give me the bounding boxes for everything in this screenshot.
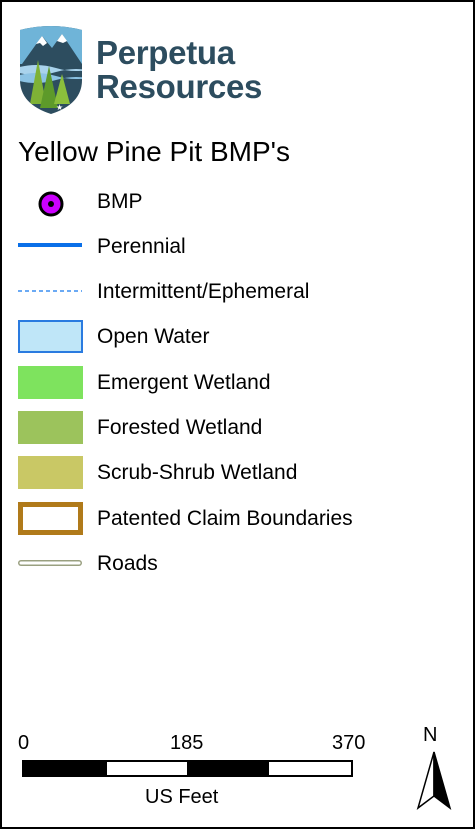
forested-wetland-swatch-icon — [18, 411, 83, 444]
perennial-line-icon — [18, 243, 82, 247]
legend-label-patented-claim: Patented Claim Boundaries — [97, 507, 353, 530]
legend-item-intermittent: Intermittent/Ephemeral — [2, 272, 472, 312]
legend-item-perennial: Perennial — [2, 227, 472, 267]
legend-item-scrub-shrub-wetland: Scrub-Shrub Wetland — [2, 453, 472, 493]
legend-label-scrub-shrub-wetland: Scrub-Shrub Wetland — [97, 461, 298, 484]
scale-label-0: 0 — [18, 732, 30, 754]
brand-line-2: Resources — [96, 68, 263, 105]
mountain-pine-shield-logo: ★ — [20, 26, 82, 114]
scale-bar: 0 185 370 US Feet — [2, 722, 402, 822]
legend-item-emergent-wetland: Emergent Wetland — [2, 363, 472, 403]
intermittent-line-icon — [18, 290, 82, 292]
scale-bar-graphic — [22, 760, 353, 777]
north-label: N — [423, 724, 438, 746]
open-water-swatch-icon — [18, 320, 83, 353]
bmp-point-icon — [38, 191, 64, 217]
legend-label-intermittent: Intermittent/Ephemeral — [97, 280, 310, 303]
legend-item-bmp: BMP — [2, 182, 472, 222]
legend-label-forested-wetland: Forested Wetland — [97, 416, 263, 439]
brand-name: Perpetua Resources — [96, 36, 262, 104]
legend-panel: ★ Perpetua Resources Yellow Pine Pit BMP… — [0, 0, 475, 829]
legend-item-patented-claim: Patented Claim Boundaries — [2, 499, 472, 539]
legend-label-open-water: Open Water — [97, 325, 210, 348]
road-line-icon — [18, 560, 82, 566]
legend-label-emergent-wetland: Emergent Wetland — [97, 371, 271, 394]
north-arrow: N — [412, 724, 456, 814]
north-arrow-icon — [416, 751, 452, 810]
legend-label-bmp: BMP — [97, 190, 143, 213]
legend-label-perennial: Perennial — [97, 235, 186, 258]
legend-item-forested-wetland: Forested Wetland — [2, 408, 472, 448]
brand-line-1: Perpetua — [96, 34, 235, 71]
scale-label-370: 370 — [332, 732, 366, 754]
legend-item-roads: Roads — [2, 544, 472, 584]
patented-claim-boundary-icon — [18, 502, 83, 535]
legend-item-open-water: Open Water — [2, 317, 472, 357]
legend-label-roads: Roads — [97, 552, 158, 575]
emergent-wetland-swatch-icon — [18, 366, 83, 399]
legend-title: Yellow Pine Pit BMP's — [18, 136, 290, 167]
svg-text:★: ★ — [56, 103, 63, 112]
scale-units: US Feet — [145, 786, 219, 808]
scrub-shrub-wetland-swatch-icon — [18, 456, 83, 489]
scale-label-185: 185 — [170, 732, 204, 754]
